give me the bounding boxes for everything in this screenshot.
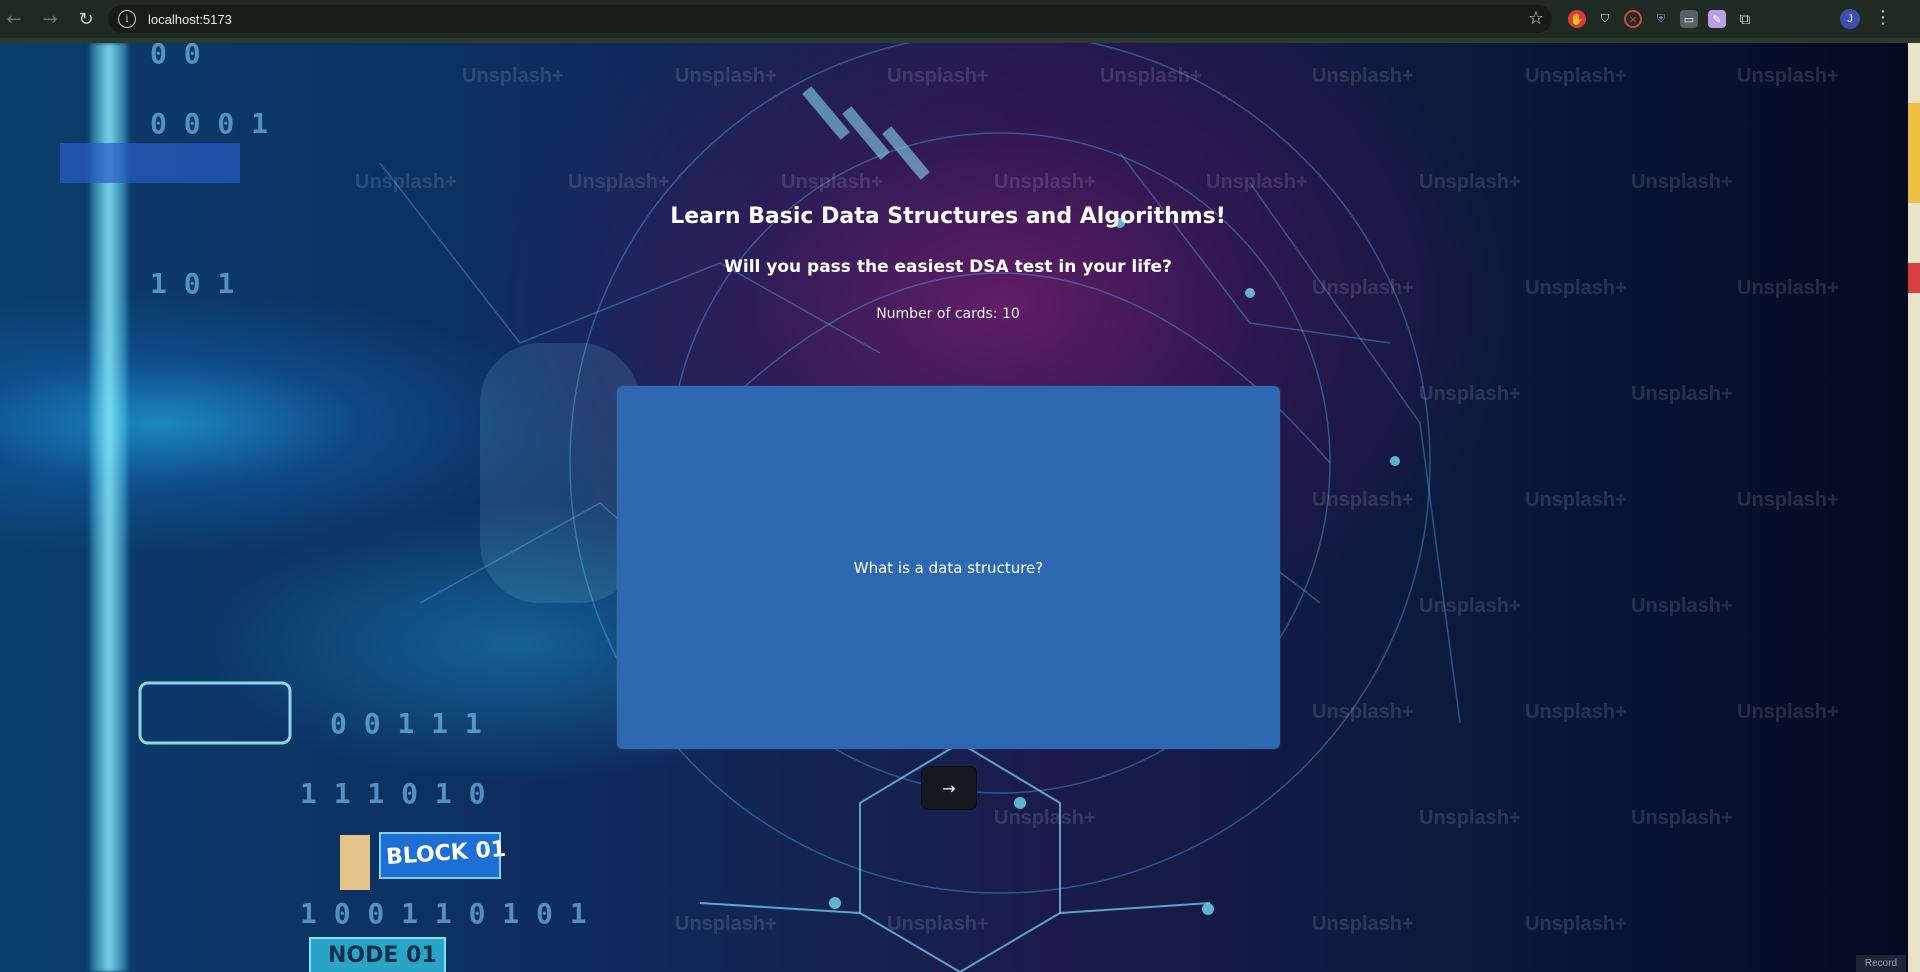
reload-icon: ↻ xyxy=(78,8,94,30)
watermark: Unsplash+ xyxy=(1525,277,1627,299)
watermark: Unsplash+ xyxy=(1525,913,1627,935)
forward-button[interactable]: → xyxy=(36,5,64,33)
watermark: Unsplash+ xyxy=(1419,171,1521,193)
watermark: Unsplash+ xyxy=(1312,65,1414,87)
watermark: Unsplash+ xyxy=(994,807,1096,829)
card-count: Number of cards: 10 xyxy=(876,306,1020,322)
svg-text:0 0 0 1: 0 0 0 1 xyxy=(150,107,268,140)
arrow-left-icon: ← xyxy=(6,8,22,30)
profile-avatar[interactable]: J xyxy=(1840,9,1860,29)
browser-menu-icon[interactable]: ⋮ xyxy=(1874,7,1892,28)
svg-text:0 0 1 1 1: 0 0 1 1 1 xyxy=(330,707,482,740)
next-card-button[interactable]: → xyxy=(921,766,977,810)
adjacent-window-strip xyxy=(1908,43,1920,972)
arrow-right-icon: → xyxy=(42,8,58,30)
watermark: Unsplash+ xyxy=(1312,701,1414,723)
watermark: Unsplash+ xyxy=(1737,489,1839,511)
watermark: Unsplash+ xyxy=(1737,277,1839,299)
watermark: Unsplash+ xyxy=(675,65,777,87)
svg-text:0 0: 0 0 xyxy=(150,43,201,70)
watermark: Unsplash+ xyxy=(1737,701,1839,723)
extension-pencil-icon[interactable]: ✎ xyxy=(1708,10,1726,28)
svg-text:1 1 1 0 1 0: 1 1 1 0 1 0 xyxy=(300,777,485,810)
watermark: Unsplash+ xyxy=(355,171,457,193)
extensions-bar: ✋ ⛉ × ⛨ ▭ ✎ ⧉ xyxy=(1568,7,1754,31)
watermark: Unsplash+ xyxy=(675,913,777,935)
watermark: Unsplash+ xyxy=(887,913,989,935)
watermark: Unsplash+ xyxy=(781,171,883,193)
watermark: Unsplash+ xyxy=(1419,807,1521,829)
record-label[interactable]: Record xyxy=(1856,955,1906,972)
watermark: Unsplash+ xyxy=(1631,171,1733,193)
watermark: Unsplash+ xyxy=(1631,807,1733,829)
watermark: Unsplash+ xyxy=(1525,65,1627,87)
star-icon[interactable]: ☆ xyxy=(1528,8,1544,29)
extensions-puzzle-icon[interactable]: ⧉ xyxy=(1736,10,1754,28)
extension-camera-icon[interactable]: ▭ xyxy=(1680,10,1698,28)
address-bar[interactable]: i localhost:5173 ☆ xyxy=(108,5,1552,33)
watermark: Unsplash+ xyxy=(568,171,670,193)
url-text[interactable]: localhost:5173 xyxy=(148,12,232,27)
adjacent-window-block xyxy=(1908,103,1920,203)
watermark: Unsplash+ xyxy=(1312,277,1414,299)
node-label: NODE 01 xyxy=(328,943,437,968)
extension-blocker-icon[interactable]: × xyxy=(1624,10,1642,28)
watermark: Unsplash+ xyxy=(994,171,1096,193)
watermark: Unsplash+ xyxy=(1100,65,1202,87)
reload-button[interactable]: ↻ xyxy=(72,5,100,33)
extension-red-hand-icon[interactable]: ✋ xyxy=(1568,10,1586,28)
watermark: Unsplash+ xyxy=(887,65,989,87)
watermark: Unsplash+ xyxy=(1631,595,1733,617)
extension-shield-icon[interactable]: ⛉ xyxy=(1596,10,1614,28)
svg-text:1 0 0 1 1 0 1 0 1: 1 0 0 1 1 0 1 0 1 xyxy=(300,897,587,930)
site-info-icon[interactable]: i xyxy=(118,10,136,28)
flashcard-question: What is a data structure? xyxy=(853,558,1044,577)
arrow-right-icon: → xyxy=(942,778,956,798)
page-title: Learn Basic Data Structures and Algorith… xyxy=(670,204,1226,229)
extension-badge-icon[interactable]: ⛨ xyxy=(1652,10,1670,28)
watermark: Unsplash+ xyxy=(1419,595,1521,617)
watermark: Unsplash+ xyxy=(1419,383,1521,405)
watermark: Unsplash+ xyxy=(1206,171,1308,193)
watermark: Unsplash+ xyxy=(1631,383,1733,405)
watermark: Unsplash+ xyxy=(462,65,564,87)
watermark: Unsplash+ xyxy=(1737,65,1839,87)
flashcard[interactable]: What is a data structure? xyxy=(617,386,1280,749)
adjacent-window-block xyxy=(1908,263,1920,293)
back-button[interactable]: ← xyxy=(0,5,28,33)
page-subtitle: Will you pass the easiest DSA test in yo… xyxy=(724,257,1172,277)
watermark: Unsplash+ xyxy=(1525,489,1627,511)
watermark: Unsplash+ xyxy=(1525,701,1627,723)
browser-toolbar: ← → ↻ i localhost:5173 ☆ ✋ ⛉ × ⛨ ▭ ✎ ⧉ J… xyxy=(0,0,1920,38)
watermark: Unsplash+ xyxy=(1312,913,1414,935)
watermark: Unsplash+ xyxy=(1312,489,1414,511)
